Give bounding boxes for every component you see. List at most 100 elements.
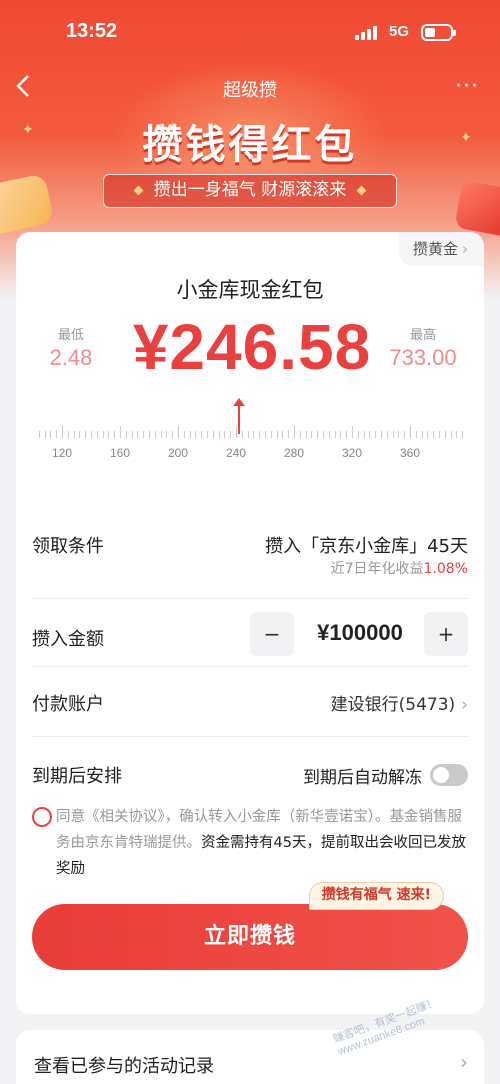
promo-tag: 攒钱有福气 速来! — [308, 882, 444, 910]
ruler-minor-tick — [462, 431, 464, 438]
ruler-minor-tick — [38, 431, 40, 438]
ruler-label: 280 — [283, 446, 305, 460]
account-label: 付款账户 — [32, 694, 104, 715]
signal-icon — [355, 26, 381, 40]
ruler-minor-tick — [189, 431, 191, 438]
gold-link[interactable]: 攒黄金 › — [398, 232, 484, 266]
yield-label: 近7日年化收益 — [330, 561, 424, 577]
status-bar: 13:52 5G — [0, 18, 500, 48]
ruler-minor-tick — [224, 431, 226, 438]
account-bank: 建设银行(5473) — [330, 695, 456, 715]
submit-button[interactable]: 立即攒钱 — [32, 904, 468, 970]
deposit-amount[interactable]: ¥100000 — [300, 620, 420, 646]
deposit-label: 攒入金额 — [32, 629, 104, 650]
hero-headline: 攒钱得红包 — [142, 122, 358, 168]
ruler-minor-tick — [346, 431, 348, 438]
ruler-minor-tick — [421, 431, 423, 438]
ruler-major-tick — [410, 426, 411, 438]
condition-row: 领取条件 攒入「京东小金库」45天 近7日年化收益1.08% — [32, 524, 468, 598]
account-value: 建设银行(5473) › — [331, 690, 468, 715]
agree-radio[interactable] — [32, 807, 52, 827]
slogan-text: 攒出一身福气 财源滚滚来 — [153, 180, 347, 200]
chevron-right-icon: › — [462, 240, 468, 258]
ruler-minor-tick — [427, 431, 429, 438]
range-max: 最高 733.00 — [388, 324, 458, 371]
max-label: 最高 — [409, 328, 436, 343]
ruler-minor-tick — [323, 431, 324, 438]
ruler-minor-tick — [305, 431, 307, 438]
deposit-row: 攒入金额 − ¥100000 + — [32, 612, 468, 662]
ruler-minor-tick — [363, 431, 365, 438]
gold-link-label: 攒黄金 — [412, 240, 458, 258]
ruler-minor-tick — [398, 431, 400, 438]
ruler-minor-tick — [450, 431, 452, 438]
divider — [32, 736, 468, 737]
divider — [32, 666, 468, 667]
ruler-label: 120 — [51, 446, 73, 460]
ruler-minor-tick — [259, 431, 261, 438]
ruler-minor-tick — [299, 431, 301, 438]
ruler-minor-tick — [230, 431, 232, 438]
ruler-minor-tick — [149, 431, 150, 438]
ruler-minor-tick — [67, 431, 69, 438]
agree-word: 同意 — [56, 809, 85, 825]
ruler-minor-tick — [172, 431, 174, 438]
account-row[interactable]: 付款账户 建设银行(5473) › — [32, 686, 468, 716]
ruler-minor-tick — [102, 431, 104, 438]
ruler-minor-tick — [456, 431, 458, 438]
decrease-button[interactable]: − — [250, 612, 294, 656]
yield-info: 近7日年化收益1.08% — [331, 558, 468, 578]
card-title: 小金库现金红包 — [176, 278, 324, 302]
expire-label: 到期后安排 — [32, 766, 122, 787]
ruler-minor-tick — [247, 431, 249, 438]
ruler-minor-tick — [282, 431, 284, 438]
increase-button[interactable]: + — [424, 612, 468, 656]
ruler-major-tick — [120, 426, 121, 438]
ruler-label: 360 — [399, 446, 421, 460]
ruler-minor-tick — [328, 431, 330, 438]
ruler-minor-tick — [166, 431, 168, 438]
network-type: 5G — [389, 23, 410, 40]
ruler-minor-tick — [317, 431, 319, 438]
ruler-label: 160 — [109, 446, 131, 460]
ruler-major-tick — [62, 426, 63, 438]
red-envelope-decoration — [454, 180, 500, 238]
ruler-minor-tick — [253, 431, 255, 438]
ruler-minor-tick — [357, 431, 359, 438]
reward-amount: ¥246.58 — [132, 311, 372, 383]
ruler-minor-tick — [265, 431, 266, 438]
ruler-minor-tick — [201, 431, 203, 438]
agreement-link[interactable]: 《相关协议》 — [85, 809, 165, 825]
record-link[interactable]: 查看已参与的活动记录 › — [16, 1030, 484, 1084]
more-icon[interactable]: ··· — [455, 74, 479, 99]
ruler-minor-tick — [433, 431, 435, 438]
expire-row: 到期后安排 到期后自动解冻 — [32, 758, 468, 788]
ruler-minor-tick — [369, 431, 371, 438]
ruler-minor-tick — [334, 431, 336, 438]
max-value: 733.00 — [389, 345, 457, 370]
auto-unfreeze-toggle[interactable] — [430, 764, 468, 786]
ruler-minor-tick — [311, 431, 313, 438]
main-card: 攒黄金 › 小金库现金红包 最低 2.48 ¥246.58 最高 733.00 1… — [16, 232, 484, 1014]
ruler-minor-tick — [154, 431, 156, 438]
ruler-minor-tick — [50, 431, 52, 438]
ruler-minor-tick — [270, 431, 272, 438]
ruler-minor-tick — [444, 431, 446, 438]
ruler-minor-tick — [212, 431, 214, 438]
agreement: 同意《相关协议》，确认转入小金库（新华壹诺宝）。基金销售服务由京东肯特瑞提供。资… — [32, 804, 468, 882]
gold-coin-decoration — [0, 173, 55, 237]
agreement-text: 同意《相关协议》，确认转入小金库（新华壹诺宝）。基金销售服务由京东肯特瑞提供。资… — [56, 804, 468, 882]
auto-unfreeze-label: 到期后自动解冻 — [303, 768, 422, 788]
ruler-minor-tick — [241, 431, 243, 438]
ruler-minor-tick — [340, 431, 342, 438]
submit-area: 立即攒钱 攒钱有福气 速来! — [32, 882, 468, 970]
status-time: 13:52 — [66, 20, 118, 42]
diamond-icon — [133, 185, 144, 195]
ruler-minor-tick — [375, 431, 377, 438]
ruler-label: 240 — [225, 446, 247, 460]
ruler-major-tick — [352, 426, 353, 438]
yield-rate: 1.08% — [423, 561, 468, 577]
ruler-minor-tick — [207, 431, 208, 438]
ruler-major-tick — [178, 426, 179, 438]
ruler-minor-tick — [79, 431, 81, 438]
